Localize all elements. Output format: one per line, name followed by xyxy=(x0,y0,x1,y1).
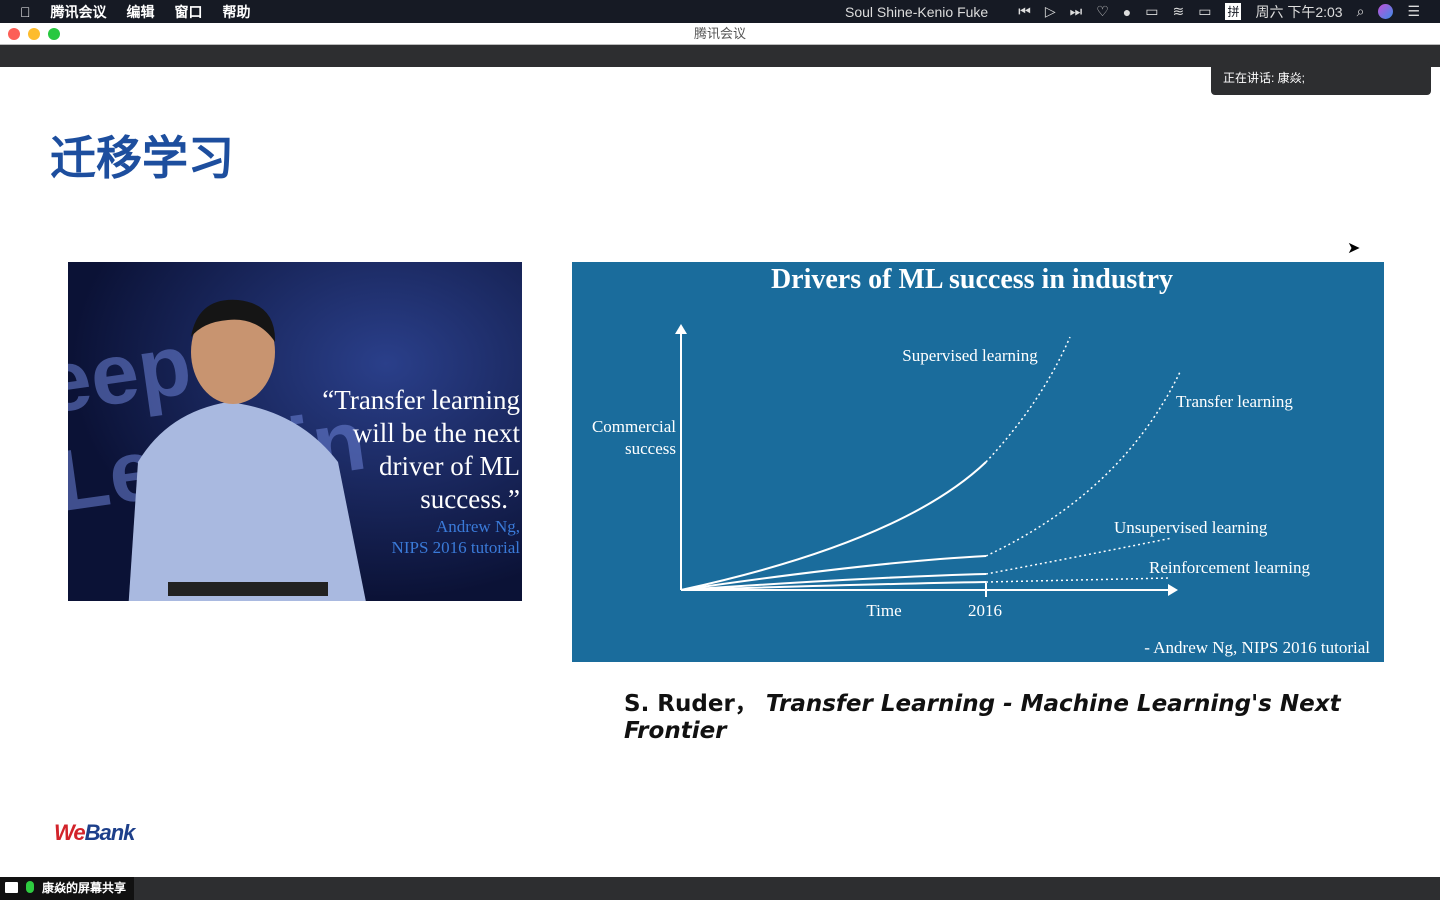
apple-icon[interactable]:  xyxy=(20,4,31,20)
battery-icon[interactable]: ▭ xyxy=(1198,3,1211,20)
diagram-source: - Andrew Ng, NIPS 2016 tutorial xyxy=(1144,638,1370,657)
menu-window[interactable]: 窗口 xyxy=(175,2,203,22)
slide-title: 迁移学习 xyxy=(50,131,234,185)
microphone-icon[interactable] xyxy=(26,881,34,893)
input-method-icon[interactable]: 拼 xyxy=(1225,3,1242,20)
y-label-1: Commercial xyxy=(592,417,676,436)
airplay-icon[interactable]: ▭ xyxy=(1145,3,1158,20)
clock[interactable]: 周六 下午2:03 xyxy=(1255,2,1342,22)
supervised-curve xyxy=(680,461,987,591)
close-button[interactable] xyxy=(8,28,20,40)
label-transfer: Transfer learning xyxy=(1176,392,1293,411)
wifi-icon[interactable]: ≋ xyxy=(1172,3,1184,20)
share-label: 康焱的屏幕共享 xyxy=(42,881,127,895)
unsupervised-projection xyxy=(985,537,1173,575)
menu-app[interactable]: 腾讯会议 xyxy=(51,2,107,22)
list-icon[interactable]: ☰ xyxy=(1407,3,1420,20)
menu-edit[interactable]: 编辑 xyxy=(127,2,155,22)
reinforcement-projection xyxy=(985,577,1171,583)
screen-share-indicator[interactable]: 康焱的屏幕共享 xyxy=(0,877,134,900)
zoom-button[interactable] xyxy=(48,28,60,40)
bottom-bar: 康焱的屏幕共享 xyxy=(0,877,1440,900)
speaking-indicator: 正在讲话: 康焱; xyxy=(1211,62,1431,95)
label-supervised: Supervised learning xyxy=(902,346,1038,365)
window-titlebar: 腾讯会议 xyxy=(0,23,1440,45)
ml-drivers-diagram: Drivers of ML success in industry Commer… xyxy=(572,262,1384,662)
play-icon[interactable]: ▷ xyxy=(1045,3,1056,20)
slide-caption: S. Ruder， Transfer Learning - Machine Le… xyxy=(624,684,1440,744)
y-label-2: success xyxy=(625,439,676,458)
search-icon[interactable]: ⌕ xyxy=(1357,3,1365,20)
minimize-button[interactable] xyxy=(28,28,40,40)
now-playing[interactable]: Soul Shine-Kenio Fuke xyxy=(845,4,988,20)
globe-icon[interactable]: ● xyxy=(1123,4,1131,20)
caption-author: S. Ruder， xyxy=(624,691,758,717)
label-unsupervised: Unsupervised learning xyxy=(1114,518,1268,537)
screen-share-icon xyxy=(5,882,18,893)
webank-logo: WeBank xyxy=(54,820,135,845)
heart-icon[interactable]: ♡ xyxy=(1096,3,1109,20)
speaking-label: 正在讲话: 康焱; xyxy=(1223,71,1306,85)
diagram-title: Drivers of ML success in industry xyxy=(771,264,1173,295)
next-track-icon[interactable]: ⏭ xyxy=(1070,3,1083,20)
y-axis-arrow xyxy=(675,324,687,334)
menu-bar:  腾讯会议 编辑 窗口 帮助 Soul Shine-Kenio Fuke ⏮ … xyxy=(0,0,1440,23)
x-label: Time xyxy=(866,601,901,620)
window-title: 腾讯会议 xyxy=(693,26,746,41)
mouse-cursor: ➤ xyxy=(1347,240,1361,257)
quote-text: “Transfer learning will be the next driver… xyxy=(322,385,520,514)
x-axis-arrow xyxy=(1168,584,1178,596)
quote-attribution: Andrew Ng, NIPS 2016 tutorial xyxy=(391,517,520,557)
x-tick-label: 2016 xyxy=(968,601,1002,620)
siri-icon[interactable] xyxy=(1378,4,1394,19)
andrew-ng-photo: eep Learnin “Transfer learningwill be th… xyxy=(68,262,522,601)
previous-track-icon[interactable]: ⏮ xyxy=(1018,3,1031,20)
menu-help[interactable]: 帮助 xyxy=(223,2,251,22)
label-reinforcement: Reinforcement learning xyxy=(1149,558,1310,577)
